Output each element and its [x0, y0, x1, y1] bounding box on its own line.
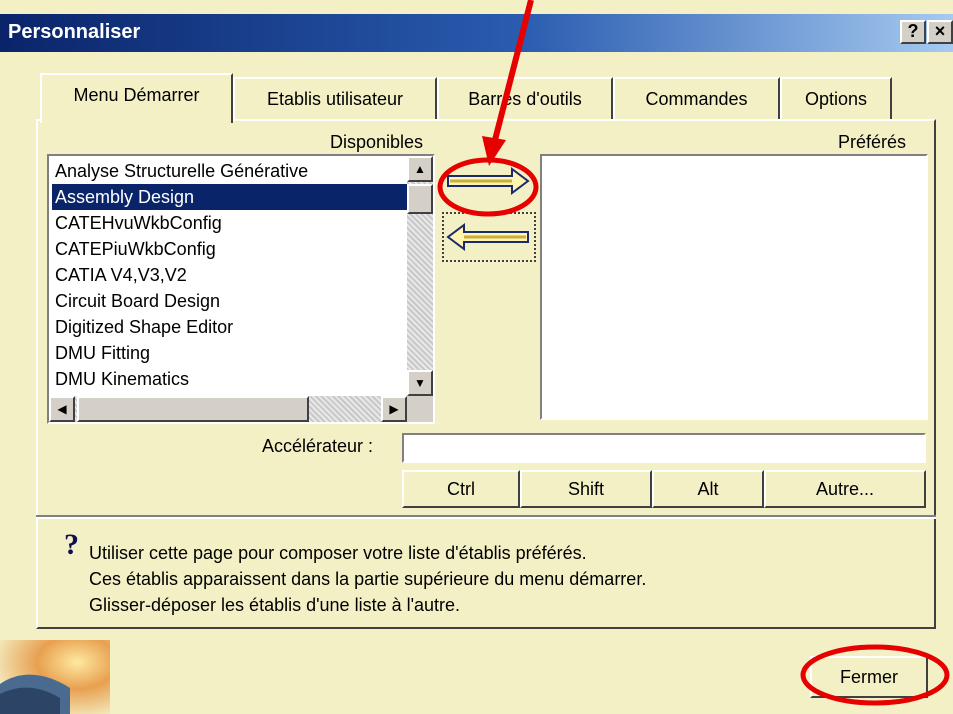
highlight-ellipse-add: [437, 157, 539, 217]
customize-dialog: Personnaliser ? × Menu Démarrer Etablis …: [0, 0, 953, 714]
highlight-ellipse-close: [800, 644, 950, 706]
tab-menu-demarrer[interactable]: Menu Démarrer: [40, 73, 233, 123]
